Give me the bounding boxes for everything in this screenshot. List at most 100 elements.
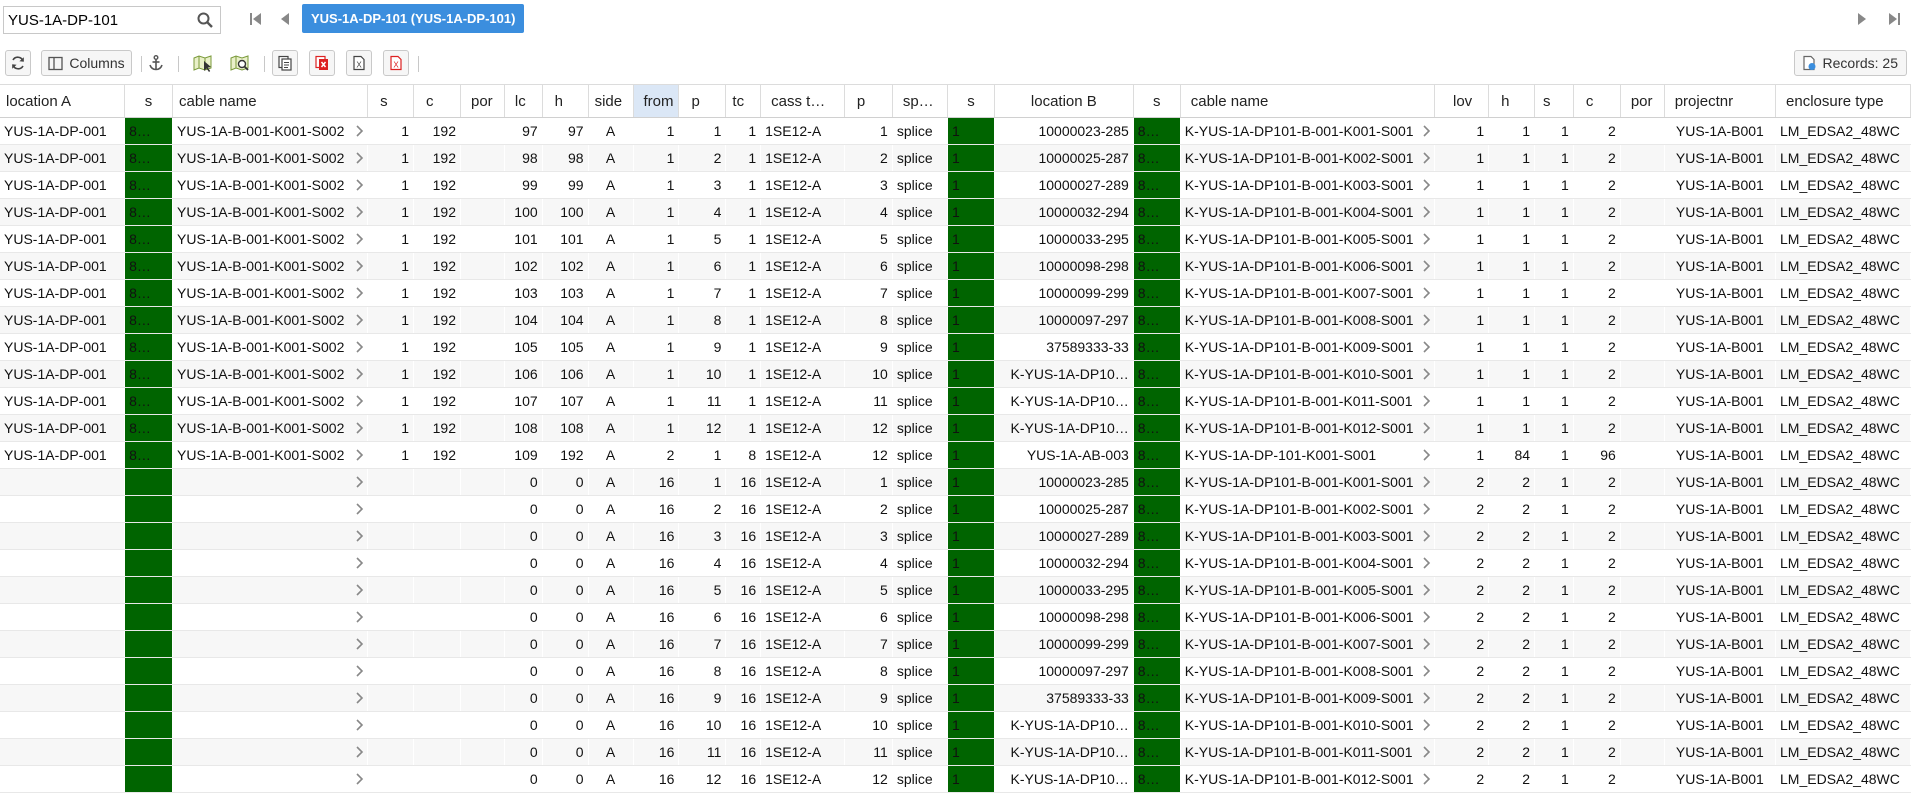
next-record-icon[interactable] (1853, 10, 1871, 28)
column-header[interactable]: s (1133, 84, 1181, 118)
table-row[interactable]: 0 0 A 16 11 16 1SE12-A 11 splice 1 K-YUS-1A-DP10… 8… (0, 738, 1911, 766)
excel-delete-button[interactable]: X (383, 50, 409, 76)
cable-name-b-cell[interactable]: K-YUS-1A-DP101-B-001-K004-S001 (1180, 198, 1435, 226)
active-record-tab[interactable]: YUS-1A-DP-101 (YUS-1A-DP-101) (302, 4, 525, 33)
table-row[interactable]: YUS-1A-DP-001 8… YUS-1A-B-001-K001-S002 1 19… (0, 117, 1911, 145)
column-header[interactable]: side (588, 84, 634, 118)
chevron-right-icon[interactable] (355, 233, 364, 245)
cable-name-b-cell[interactable]: K-YUS-1A-DP101-B-001-K012-S001 (1180, 414, 1435, 442)
chevron-right-icon[interactable] (1422, 719, 1431, 731)
chevron-right-icon[interactable] (355, 746, 364, 758)
cable-name-a-cell[interactable]: YUS-1A-B-001-K001-S002 (172, 414, 368, 442)
column-header[interactable]: projectnr (1664, 84, 1777, 118)
column-header[interactable]: s (124, 84, 174, 118)
chevron-right-icon[interactable] (1422, 287, 1431, 299)
column-header[interactable]: por (1620, 84, 1665, 118)
table-row[interactable]: YUS-1A-DP-001 8… YUS-1A-B-001-K001-S002 1 19… (0, 144, 1911, 172)
chevron-right-icon[interactable] (355, 314, 364, 326)
column-header[interactable]: s (947, 84, 995, 118)
chevron-right-icon[interactable] (1422, 314, 1431, 326)
chevron-right-icon[interactable] (355, 179, 364, 191)
column-header[interactable]: tc (725, 84, 762, 118)
last-record-icon[interactable] (1885, 10, 1903, 28)
cable-name-a-cell[interactable] (172, 576, 368, 604)
chevron-right-icon[interactable] (355, 665, 364, 677)
delete-copy-button[interactable] (309, 50, 335, 76)
cable-name-a-cell[interactable]: YUS-1A-B-001-K001-S002 (172, 117, 368, 145)
excel-export-button[interactable]: X (346, 50, 372, 76)
table-row[interactable]: 0 0 A 16 3 16 1SE12-A 3 splice 1 10000027-289 8… K-Y… (0, 522, 1911, 550)
cable-name-a-cell[interactable]: YUS-1A-B-001-K001-S002 (172, 360, 368, 388)
cable-name-b-cell[interactable]: K-YUS-1A-DP-101-K001-S001 (1180, 441, 1435, 469)
cable-name-a-cell[interactable] (172, 630, 368, 658)
chevron-right-icon[interactable] (355, 584, 364, 596)
cable-name-b-cell[interactable]: K-YUS-1A-DP101-B-001-K008-S001 (1180, 306, 1435, 334)
cable-name-b-cell[interactable]: K-YUS-1A-DP101-B-001-K005-S001 (1180, 225, 1435, 253)
column-header[interactable]: s (367, 84, 415, 118)
cable-name-b-cell[interactable]: K-YUS-1A-DP101-B-001-K003-S001 (1180, 171, 1435, 199)
column-header[interactable]: por (460, 84, 505, 118)
table-row[interactable]: 0 0 A 16 7 16 1SE12-A 7 splice 1 10000099-299 8… K-Y… (0, 630, 1911, 658)
cable-name-a-cell[interactable]: YUS-1A-B-001-K001-S002 (172, 333, 368, 361)
cable-name-b-cell[interactable]: K-YUS-1A-DP101-B-001-K001-S001 (1180, 117, 1435, 145)
cable-name-b-cell[interactable]: K-YUS-1A-DP101-B-001-K009-S001 (1180, 333, 1435, 361)
cable-name-a-cell[interactable] (172, 603, 368, 631)
table-row[interactable]: YUS-1A-DP-001 8… YUS-1A-B-001-K001-S002 1 19… (0, 360, 1911, 388)
chevron-right-icon[interactable] (355, 557, 364, 569)
cable-name-a-cell[interactable]: YUS-1A-B-001-K001-S002 (172, 225, 368, 253)
column-header[interactable]: sp… (892, 84, 948, 118)
cable-name-a-cell[interactable]: YUS-1A-B-001-K001-S002 (172, 441, 368, 469)
cable-name-a-cell[interactable]: YUS-1A-B-001-K001-S002 (172, 171, 368, 199)
chevron-right-icon[interactable] (355, 287, 364, 299)
cable-name-a-cell[interactable]: YUS-1A-B-001-K001-S002 (172, 279, 368, 307)
table-row[interactable]: YUS-1A-DP-001 8… YUS-1A-B-001-K001-S002 1 19… (0, 333, 1911, 361)
table-row[interactable]: 0 0 A 16 6 16 1SE12-A 6 splice 1 10000098-298 8… K-Y… (0, 603, 1911, 631)
cable-name-a-cell[interactable]: YUS-1A-B-001-K001-S002 (172, 306, 368, 334)
cable-name-a-cell[interactable] (172, 765, 368, 793)
cable-name-b-cell[interactable]: K-YUS-1A-DP101-B-001-K004-S001 (1180, 549, 1435, 577)
cable-name-b-cell[interactable]: K-YUS-1A-DP101-B-001-K011-S001 (1180, 387, 1435, 415)
chevron-right-icon[interactable] (355, 476, 364, 488)
columns-button[interactable]: Columns (41, 50, 132, 76)
record-search-input[interactable] (8, 10, 188, 30)
cable-name-a-cell[interactable]: YUS-1A-B-001-K001-S002 (172, 252, 368, 280)
column-header[interactable]: p (678, 84, 727, 118)
table-row[interactable]: YUS-1A-DP-001 8… YUS-1A-B-001-K001-S002 1 19… (0, 252, 1911, 280)
table-row[interactable]: YUS-1A-DP-001 8… YUS-1A-B-001-K001-S002 1 19… (0, 279, 1911, 307)
cable-name-a-cell[interactable] (172, 522, 368, 550)
chevron-right-icon[interactable] (1422, 368, 1431, 380)
chevron-right-icon[interactable] (1422, 206, 1431, 218)
chevron-right-icon[interactable] (1422, 530, 1431, 542)
chevron-right-icon[interactable] (355, 719, 364, 731)
cable-name-b-cell[interactable]: K-YUS-1A-DP101-B-001-K011-S001 (1180, 738, 1435, 766)
cable-name-b-cell[interactable]: K-YUS-1A-DP101-B-001-K003-S001 (1180, 522, 1435, 550)
chevron-right-icon[interactable] (1422, 584, 1431, 596)
cable-name-b-cell[interactable]: K-YUS-1A-DP101-B-001-K006-S001 (1180, 252, 1435, 280)
map-select-button[interactable] (190, 50, 216, 76)
chevron-right-icon[interactable] (1422, 638, 1431, 650)
cable-name-a-cell[interactable] (172, 468, 368, 496)
cable-name-b-cell[interactable]: K-YUS-1A-DP101-B-001-K002-S001 (1180, 144, 1435, 172)
cable-name-a-cell[interactable] (172, 495, 368, 523)
map-zoom-button[interactable] (227, 50, 253, 76)
chevron-right-icon[interactable] (355, 260, 364, 272)
chevron-right-icon[interactable] (1422, 341, 1431, 353)
cable-name-b-cell[interactable]: K-YUS-1A-DP101-B-001-K005-S001 (1180, 576, 1435, 604)
chevron-right-icon[interactable] (355, 206, 364, 218)
chevron-right-icon[interactable] (1422, 179, 1431, 191)
table-row[interactable]: 0 0 A 16 8 16 1SE12-A 8 splice 1 10000097-297 8… K-Y… (0, 657, 1911, 685)
chevron-right-icon[interactable] (1422, 611, 1431, 623)
column-header[interactable]: location A (0, 84, 126, 118)
cable-name-a-cell[interactable] (172, 657, 368, 685)
chevron-right-icon[interactable] (355, 503, 364, 515)
cable-name-b-cell[interactable]: K-YUS-1A-DP101-B-001-K007-S001 (1180, 279, 1435, 307)
chevron-right-icon[interactable] (355, 611, 364, 623)
table-row[interactable]: 0 0 A 16 5 16 1SE12-A 5 splice 1 10000033-295 8… K-Y… (0, 576, 1911, 604)
copy-button[interactable] (272, 50, 298, 76)
cable-name-a-cell[interactable]: YUS-1A-B-001-K001-S002 (172, 144, 368, 172)
search-icon[interactable] (196, 11, 214, 29)
table-row[interactable]: 0 0 A 16 12 16 1SE12-A 12 splice 1 K-YUS-1A-DP10… 8… (0, 765, 1911, 793)
column-header-active[interactable]: from (633, 84, 680, 118)
column-header[interactable]: c (1573, 84, 1621, 118)
column-header[interactable]: cable name (172, 84, 369, 118)
